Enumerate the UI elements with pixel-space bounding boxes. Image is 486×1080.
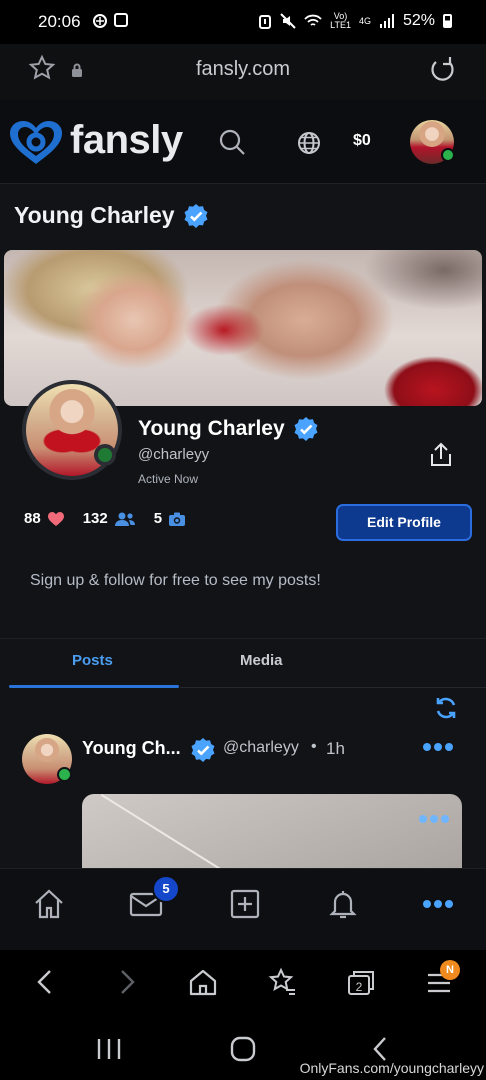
fansly-page: fansly $0 Young Charley Young Charley @c… — [0, 100, 486, 950]
users-icon — [114, 512, 135, 526]
divider — [180, 687, 486, 688]
profile-bio: Sign up & follow for free to see my post… — [30, 572, 321, 589]
page-title: Young Charley — [14, 202, 175, 228]
account-avatar[interactable] — [410, 120, 455, 164]
system-home-icon[interactable] — [230, 1036, 256, 1067]
mute-icon — [280, 13, 296, 29]
display-name-text: Young Charley — [138, 417, 285, 440]
browser-url-bar: fansly.com — [0, 44, 486, 100]
post-author-avatar[interactable] — [22, 734, 72, 784]
edit-profile-button[interactable]: Edit Profile — [336, 504, 472, 541]
forward-icon[interactable] — [112, 966, 140, 1003]
profile-display-name: Young Charley — [138, 416, 319, 442]
activity-status: Active Now — [138, 472, 199, 486]
tab-posts[interactable]: Posts — [72, 652, 113, 669]
top-navigation: fansly $0 — [0, 100, 486, 184]
create-post-icon[interactable] — [228, 887, 262, 926]
likes-count: 88 — [24, 510, 41, 527]
post-author-handle[interactable]: @charleyy — [223, 739, 299, 757]
fansly-logo-text[interactable]: fansly — [70, 118, 183, 163]
app-notification-icon — [114, 13, 128, 27]
verified-badge-icon — [190, 737, 216, 768]
reload-icon[interactable] — [428, 54, 458, 89]
wallet-balance[interactable]: $0 — [353, 132, 371, 150]
followers-stat[interactable]: 132 — [83, 510, 136, 527]
fansly-logo-icon[interactable] — [6, 118, 66, 173]
signal-icon — [379, 14, 394, 28]
recent-apps-icon[interactable] — [96, 1038, 122, 1065]
watermark-text: OnlyFans.com/youngcharleyy — [299, 1060, 484, 1076]
notifications-bell-icon[interactable] — [326, 887, 360, 926]
app-bottom-nav: 5 — [0, 868, 486, 950]
browser-toolbar: 2 N — [0, 950, 486, 1018]
likes-stat: 88 — [24, 510, 65, 527]
media-options-icon[interactable] — [418, 812, 450, 830]
back-icon[interactable] — [32, 966, 60, 1003]
online-status-dot — [441, 148, 455, 162]
divider — [0, 638, 486, 639]
online-status-dot — [94, 444, 116, 466]
tabs-icon[interactable]: 2 — [346, 966, 376, 1003]
camera-icon — [169, 512, 186, 526]
profile-heading: Young Charley — [14, 202, 209, 229]
wifi-icon — [304, 14, 322, 26]
tabs-count: 2 — [356, 980, 363, 994]
media-stat[interactable]: 5 — [154, 510, 186, 527]
tab-media[interactable]: Media — [240, 652, 283, 669]
battery-icon — [443, 14, 452, 28]
verified-badge-icon — [294, 417, 318, 441]
followers-count: 132 — [82, 510, 108, 527]
bookmarks-icon[interactable] — [268, 966, 298, 1003]
online-status-dot — [57, 767, 72, 782]
new-badge: N — [440, 960, 460, 980]
heart-icon — [47, 511, 64, 526]
verified-badge-icon — [184, 203, 208, 228]
url-text[interactable]: fansly.com — [0, 58, 486, 81]
post-separator: • — [311, 738, 317, 755]
browser-home-icon[interactable] — [188, 966, 218, 1003]
messages-badge: 5 — [152, 875, 180, 903]
alarm-icon — [259, 15, 272, 29]
more-menu-icon[interactable] — [422, 897, 454, 915]
media-count: 5 — [153, 510, 163, 527]
profile-stats: 88 132 5 — [24, 510, 204, 527]
post-timestamp: 1h — [326, 739, 345, 758]
active-tab-indicator — [9, 685, 179, 688]
status-bar: 20:06 Vo) LTE1 4G 52% — [0, 0, 486, 44]
notification-icon — [92, 13, 108, 34]
profile-avatar[interactable] — [22, 380, 122, 480]
refresh-icon[interactable] — [434, 696, 458, 725]
status-time: 20:06 — [38, 12, 81, 31]
profile-username: @charleyy — [138, 446, 210, 463]
search-icon[interactable] — [218, 128, 246, 161]
network-lte: LTE1 — [330, 20, 351, 30]
post-author-name[interactable]: Young Ch... — [82, 738, 181, 759]
home-icon[interactable] — [32, 887, 66, 926]
share-icon[interactable] — [426, 440, 456, 475]
battery-percent: 52% — [402, 12, 435, 29]
network-type: 4G — [358, 15, 371, 26]
globe-icon[interactable] — [296, 130, 322, 161]
post-more-options-icon[interactable] — [422, 740, 454, 758]
